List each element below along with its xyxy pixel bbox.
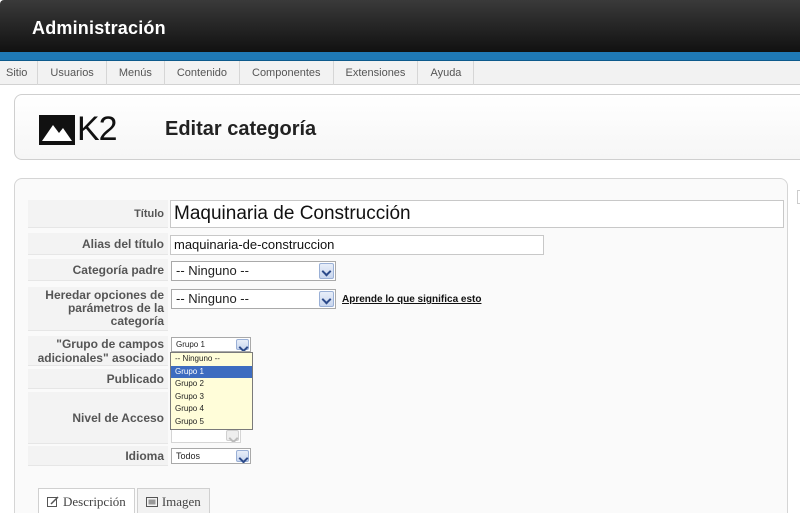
nivel-acceso-select[interactable] <box>171 428 241 443</box>
categoria-padre-select[interactable]: -- Ninguno -- <box>171 261 336 281</box>
heredar-value: -- Ninguno -- <box>176 291 249 306</box>
logo-text: K2 <box>77 110 118 148</box>
admin-header: Administración <box>0 0 800 52</box>
heredar-label: Heredar opciones de parámetros de la cat… <box>28 287 168 331</box>
menu-item-contenido[interactable]: Contenido <box>165 61 240 85</box>
menu-item-usuarios[interactable]: Usuarios <box>38 61 107 85</box>
dropdown-option[interactable]: -- Ninguno -- <box>171 353 252 366</box>
grupo-select[interactable]: Grupo 1 <box>171 337 251 352</box>
dropdown-option[interactable]: Grupo 2 <box>171 378 252 391</box>
menu-item-menus[interactable]: Menús <box>107 61 165 85</box>
dropdown-option[interactable]: Grupo 3 <box>171 391 252 404</box>
idioma-value: Todos <box>176 451 201 461</box>
idioma-label: Idioma <box>28 446 168 466</box>
chevron-down-icon[interactable] <box>236 450 249 462</box>
categoria-padre-value: -- Ninguno -- <box>176 263 249 278</box>
tab-descripcion-label: Descripción <box>63 494 126 509</box>
content-tabs: Descripción Imagen <box>38 488 212 513</box>
chevron-down-icon[interactable] <box>319 263 334 279</box>
main-menu: Sitio Usuarios Menús Contenido Component… <box>0 61 800 85</box>
tab-imagen[interactable]: Imagen <box>136 488 210 513</box>
alias-input[interactable]: maquinaria-de-construccion <box>170 235 544 255</box>
categoria-padre-label: Categoría padre <box>28 259 168 281</box>
edit-icon <box>47 496 59 507</box>
dropdown-option-selected[interactable]: Grupo 1 <box>171 365 252 379</box>
mountain-icon <box>39 115 75 145</box>
header-accent-bar <box>0 52 800 61</box>
heredar-select[interactable]: -- Ninguno -- <box>171 289 336 309</box>
tab-imagen-label: Imagen <box>161 494 201 509</box>
menu-item-extensiones[interactable]: Extensiones <box>334 61 419 85</box>
menu-item-sitio[interactable]: Sitio <box>0 61 39 85</box>
grupo-label-line2: adicionales" asociado <box>37 351 164 365</box>
learn-more-link[interactable]: Aprende lo que significa esto <box>342 294 481 305</box>
dropdown-option[interactable]: Grupo 5 <box>171 416 252 429</box>
alias-label: Alias del título <box>28 233 168 255</box>
tab-descripcion[interactable]: Descripción <box>38 488 135 513</box>
grupo-label-line1: "Grupo de campos <box>56 337 164 351</box>
grupo-dropdown-list: -- Ninguno -- Grupo 1 Grupo 2 Grupo 3 Gr… <box>170 352 253 430</box>
menu-item-ayuda[interactable]: Ayuda <box>418 61 475 85</box>
publicado-label: Publicado <box>28 369 168 389</box>
idioma-select[interactable]: Todos <box>171 448 251 464</box>
image-icon <box>145 497 158 507</box>
page-title: Editar categoría <box>165 118 317 140</box>
dropdown-option[interactable]: Grupo 4 <box>171 403 252 416</box>
k2-logo: K2 <box>39 110 139 148</box>
menu-item-componentes[interactable]: Componentes <box>240 61 334 85</box>
grupo-value: Grupo 1 <box>176 340 205 349</box>
grupo-label: "Grupo de campos adicionales" asociado <box>28 336 168 366</box>
chevron-down-icon[interactable] <box>226 430 239 441</box>
titulo-label: Título <box>28 200 168 228</box>
chevron-down-icon[interactable] <box>319 291 334 307</box>
page-title-panel: K2 Editar categoría <box>14 94 800 160</box>
chevron-down-icon[interactable] <box>236 339 249 350</box>
nivel-acceso-label: Nivel de Acceso <box>28 392 168 444</box>
titulo-input[interactable]: Maquinaria de Construcción <box>170 200 784 228</box>
heredar-label-line3: categoría <box>110 314 164 328</box>
admin-title: Administración <box>32 18 166 38</box>
